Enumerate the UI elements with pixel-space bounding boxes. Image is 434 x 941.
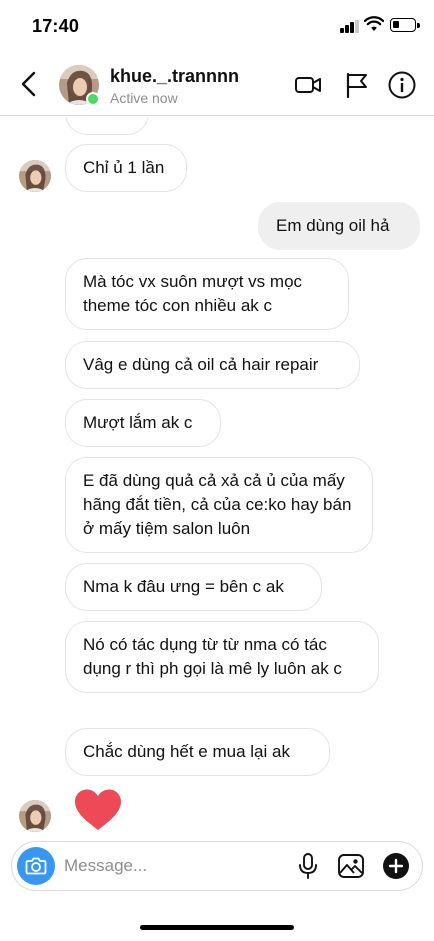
message-bubble-partial: [65, 117, 149, 135]
battery-icon: [390, 18, 420, 32]
video-call-icon[interactable]: [293, 70, 323, 100]
message-composer: [11, 841, 423, 891]
gallery-icon[interactable]: [337, 852, 365, 880]
message-bubble-incoming[interactable]: E đã dùng quả cả xả cả ủ của mấy hãng đắ…: [65, 457, 373, 553]
microphone-icon[interactable]: [294, 852, 322, 880]
sender-avatar[interactable]: [19, 800, 51, 832]
message-bubble-incoming[interactable]: Chắc dùng hết e mua lại ak: [65, 728, 330, 776]
sender-avatar[interactable]: [19, 160, 51, 192]
cellular-signal-icon: [340, 20, 360, 33]
wifi-icon: [364, 16, 384, 31]
message-input[interactable]: [64, 852, 284, 880]
header-active-status: Active now: [110, 90, 178, 106]
back-button[interactable]: [16, 70, 42, 98]
message-thread[interactable]: Chỉ ủ 1 lần Em dùng oil hả Mà tóc vx suô…: [0, 117, 434, 837]
camera-icon: [25, 857, 47, 875]
message-bubble-incoming[interactable]: Mượt lắm ak c: [65, 399, 221, 447]
camera-button[interactable]: [17, 847, 55, 885]
flag-icon[interactable]: [342, 70, 372, 100]
status-bar: 17:40: [0, 0, 434, 52]
chat-header: khue._.trannnn Active now: [0, 52, 434, 116]
home-indicator: [140, 925, 294, 930]
status-time: 17:40: [32, 16, 80, 36]
add-icon[interactable]: [382, 852, 410, 880]
heart-icon[interactable]: [73, 788, 123, 832]
message-bubble-outgoing[interactable]: Em dùng oil hả: [258, 202, 420, 250]
active-status-dot: [86, 92, 100, 106]
message-bubble-incoming[interactable]: Mà tóc vx suôn mượt vs mọc theme tóc con…: [65, 258, 349, 330]
message-bubble-incoming[interactable]: Chỉ ủ 1 lần: [65, 144, 187, 192]
message-bubble-incoming[interactable]: Vâg e dùng cả oil cả hair repair: [65, 341, 360, 389]
header-username[interactable]: khue._.trannnn: [110, 66, 239, 87]
info-icon[interactable]: [387, 70, 417, 100]
message-bubble-incoming[interactable]: Nó có tác dụng từ từ nma có tác dụng r t…: [65, 621, 379, 693]
message-bubble-incoming[interactable]: Nma k đâu ưng = bên c ak: [65, 563, 322, 611]
